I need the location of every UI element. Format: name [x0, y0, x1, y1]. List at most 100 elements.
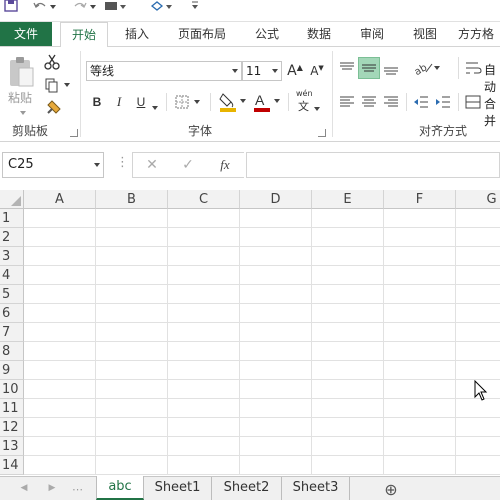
column-header-e[interactable]: E — [312, 190, 384, 209]
undo-icon[interactable] — [32, 0, 48, 14]
tab-fangfang[interactable]: 方方格 — [458, 22, 500, 46]
increase-indent-icon[interactable] — [434, 93, 452, 111]
row-header-3[interactable]: 3 — [0, 247, 24, 266]
enter-icon[interactable]: ✓ — [180, 157, 196, 173]
cut-icon[interactable] — [44, 54, 60, 70]
wrap-text-label[interactable]: 自动 — [484, 61, 500, 95]
underline-button[interactable]: U — [134, 93, 148, 111]
tab-file[interactable]: 文件 — [0, 22, 52, 46]
tab-formulas[interactable]: 公式 — [246, 22, 288, 46]
clipboard-launcher-icon[interactable] — [70, 129, 78, 137]
font-size-value: 11 — [246, 64, 262, 78]
customize-qat-icon[interactable] — [190, 0, 200, 14]
formula-bar-grip-icon: ⋮ — [116, 155, 129, 170]
row-header-4[interactable]: 4 — [0, 266, 24, 285]
sheet-tab-sheet1[interactable]: Sheet1 — [144, 477, 212, 500]
row-header-1[interactable]: 1 — [0, 209, 24, 228]
copy-icon[interactable] — [44, 77, 72, 93]
row-header-7[interactable]: 7 — [0, 323, 24, 342]
column-header-c[interactable]: C — [168, 190, 240, 209]
row-header-10[interactable]: 10 — [0, 380, 24, 399]
orientation-icon[interactable]: ab — [412, 59, 442, 77]
ribbon-home: 粘贴 剪贴板 等线 11 A ▲ A ▼ B I U A wén 文 字体 ab… — [0, 46, 500, 142]
insert-function-icon[interactable]: fx — [214, 156, 236, 174]
tab-view[interactable]: 视图 — [404, 22, 446, 46]
format-painter-icon[interactable] — [44, 99, 62, 117]
row-gridline — [24, 436, 500, 437]
sheet-tab-sheet3[interactable]: Sheet3 — [282, 477, 350, 500]
redo-icon[interactable] — [72, 0, 88, 14]
phonetic-wen-label: wén — [296, 89, 313, 98]
row-header-6[interactable]: 6 — [0, 304, 24, 323]
cancel-icon[interactable]: ✕ — [144, 157, 160, 173]
column-header-g[interactable]: G — [456, 190, 500, 209]
paste-icon[interactable] — [6, 55, 36, 89]
redo-dropdown-icon[interactable] — [90, 0, 98, 14]
tab-insert[interactable]: 插入 — [116, 22, 158, 46]
select-all-corner[interactable] — [0, 190, 24, 209]
border-icon[interactable] — [174, 93, 202, 111]
row-gridline — [24, 227, 500, 228]
row-gridline — [24, 341, 500, 342]
tab-home[interactable]: 开始 — [60, 22, 108, 47]
align-center-icon[interactable] — [360, 93, 378, 111]
svg-text:A: A — [255, 92, 265, 108]
formula-input[interactable] — [246, 152, 500, 178]
font-name-value: 等线 — [90, 64, 115, 78]
sheet-tab-sheet2[interactable]: Sheet2 — [212, 477, 282, 500]
row-header-11[interactable]: 11 — [0, 399, 24, 418]
ribbon-tabs: 文件 开始 插入 页面布局 公式 数据 审阅 视图 方方格 — [0, 22, 500, 47]
row-header-14[interactable]: 14 — [0, 456, 24, 475]
formula-bar: C25 ⋮ ✕ ✓ fx — [0, 142, 500, 188]
column-header-a[interactable]: A — [24, 190, 96, 209]
column-header-b[interactable]: B — [96, 190, 168, 209]
underline-dropdown-icon[interactable] — [152, 100, 158, 114]
wrap-text-icon[interactable] — [464, 59, 482, 77]
paste-button-label[interactable]: 粘贴 — [8, 89, 32, 106]
shape-icon[interactable] — [150, 0, 176, 14]
save-icon[interactable] — [4, 0, 18, 14]
font-launcher-icon[interactable] — [318, 129, 326, 137]
align-right-icon[interactable] — [382, 93, 400, 111]
row-header-5[interactable]: 5 — [0, 285, 24, 304]
font-color-icon[interactable]: A — [252, 91, 282, 113]
merge-center-label[interactable]: 合并 — [484, 95, 500, 129]
align-top-icon[interactable] — [338, 59, 356, 77]
increase-font-icon[interactable]: A ▲ — [287, 61, 303, 81]
align-middle-icon[interactable] — [358, 57, 380, 79]
bold-button[interactable]: B — [90, 93, 104, 111]
name-box[interactable]: C25 — [2, 152, 104, 178]
align-bottom-icon[interactable] — [382, 59, 400, 77]
undo-dropdown-icon[interactable] — [50, 0, 58, 14]
row-gridline — [24, 455, 500, 456]
decrease-indent-icon[interactable] — [412, 93, 430, 111]
tab-review[interactable]: 审阅 — [351, 22, 393, 46]
quick-access-toolbar — [0, 0, 500, 22]
row-header-9[interactable]: 9 — [0, 361, 24, 380]
row-header-13[interactable]: 13 — [0, 437, 24, 456]
row-header-2[interactable]: 2 — [0, 228, 24, 247]
alignment-group-label: 对齐方式 — [418, 124, 467, 138]
add-sheet-icon[interactable]: ⊕ — [382, 480, 400, 499]
row-gridline — [24, 417, 500, 418]
custom-toolbar-icon[interactable] — [104, 0, 128, 14]
align-left-icon[interactable] — [338, 93, 356, 111]
tab-page-layout[interactable]: 页面布局 — [170, 22, 234, 46]
tab-data[interactable]: 数据 — [298, 22, 340, 46]
fill-color-icon[interactable] — [218, 91, 248, 113]
row-header-8[interactable]: 8 — [0, 342, 24, 361]
merge-center-icon[interactable] — [464, 93, 482, 111]
scroll-sheets-left-icon[interactable]: ◀ — [18, 481, 30, 495]
font-size-dropdown[interactable]: 11 — [242, 61, 282, 81]
name-box-value: C25 — [8, 157, 34, 172]
phonetic-guide-button[interactable]: wén 文 — [296, 89, 326, 113]
column-header-d[interactable]: D — [240, 190, 312, 209]
row-header-12[interactable]: 12 — [0, 418, 24, 437]
font-name-dropdown[interactable]: 等线 — [86, 61, 242, 81]
row-gridline — [24, 322, 500, 323]
column-header-f[interactable]: F — [384, 190, 456, 209]
scroll-sheets-right-icon[interactable]: ▶ — [46, 481, 58, 495]
sheet-tab-abc[interactable]: abc — [96, 476, 144, 500]
italic-button[interactable]: I — [112, 93, 126, 111]
decrease-font-icon[interactable]: A ▼ — [309, 61, 325, 81]
